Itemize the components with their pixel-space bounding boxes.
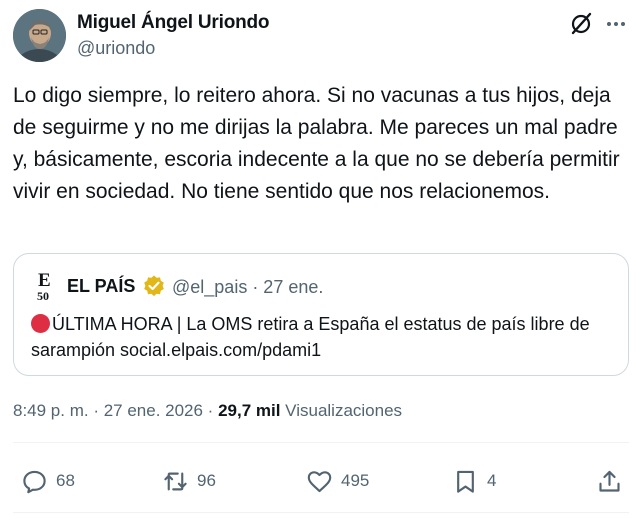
timestamp[interactable]: 8:49 p. m. · 27 ene. 2026 · [13,401,218,420]
more-options-icon[interactable] [602,10,630,38]
grok-icon[interactable] [567,10,595,38]
reply-button[interactable]: 68 [21,467,75,495]
svg-text:50: 50 [37,289,49,301]
author-handle[interactable]: @uriondo [77,38,155,59]
tweet-meta: 8:49 p. m. · 27 ene. 2026 · 29,7 mil Vis… [13,401,402,421]
share-button[interactable] [596,467,623,495]
like-button[interactable]: 495 [306,467,369,495]
quoted-text: ÚLTIMA HORA | La OMS retira a España el … [31,311,621,363]
bookmark-button[interactable]: 4 [452,467,496,495]
heart-icon [307,470,332,492]
retweet-icon [164,472,187,490]
quoted-handle-date: @el_pais · 27 ene. [172,277,324,297]
quoted-author-name: EL PAÍS [67,276,136,296]
red-circle-icon [31,314,50,333]
quoted-text-content: ÚLTIMA HORA | La OMS retira a España el … [31,314,590,360]
reply-icon [23,470,46,493]
views-label: Visualizaciones [280,401,403,420]
divider [13,442,629,443]
author-name[interactable]: Miguel Ángel Uriondo [77,12,270,34]
tweet: Miguel Ángel Uriondo @uriondo Lo digo si… [0,0,641,519]
svg-text:E: E [38,270,51,291]
reply-count: 68 [56,471,75,490]
divider [13,512,629,513]
bookmark-count: 4 [487,471,497,490]
el-pais-logo-icon: E 50 [36,269,58,303]
views-count: 29,7 mil [218,401,281,420]
retweet-button[interactable]: 96 [162,467,216,495]
share-icon [599,470,620,492]
quoted-tweet[interactable]: E 50 EL PAÍS @el_pais · 27 ene. ÚLTIMA H… [13,253,629,376]
author-avatar[interactable] [13,9,66,62]
bookmark-icon [457,470,474,493]
retweet-count: 96 [197,471,216,490]
tweet-text: Lo digo siempre, lo reitero ahora. Si no… [13,84,620,203]
like-count: 495 [341,471,370,490]
verified-badge-icon [142,274,166,298]
